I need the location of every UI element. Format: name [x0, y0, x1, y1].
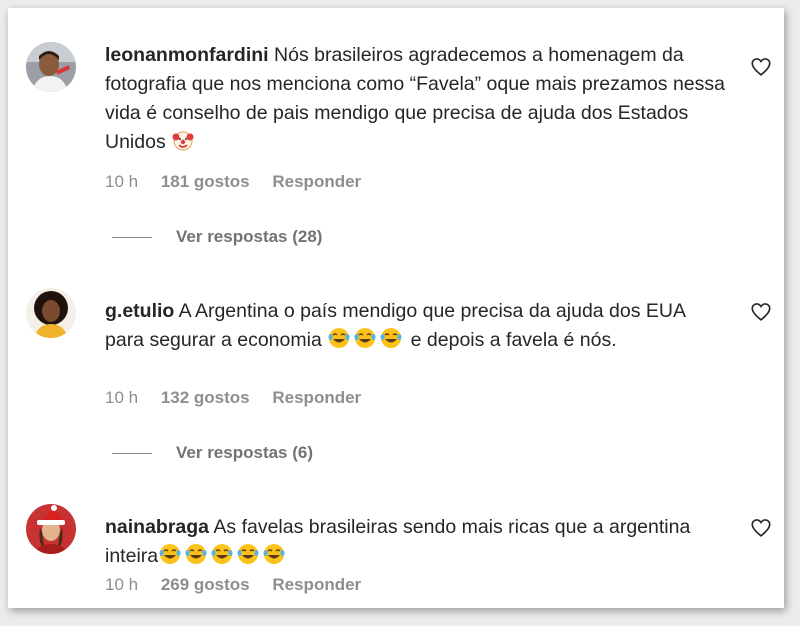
avatar[interactable] [26, 42, 76, 92]
avatar[interactable] [26, 504, 76, 554]
heart-icon[interactable] [750, 517, 772, 539]
comments-panel: leonanmonfardini Nós brasileiros agradec… [8, 8, 784, 608]
avatar[interactable] [26, 288, 76, 338]
comment-text: nainabraga As favelas brasileiras sendo … [105, 513, 725, 571]
laughing-tears-emoji-icon [328, 328, 350, 348]
reply-button[interactable]: Responder [272, 575, 361, 594]
laughing-tears-emoji-icon [354, 328, 376, 348]
replies-divider [112, 236, 152, 238]
reply-button[interactable]: Responder [272, 388, 361, 407]
reply-button[interactable]: Responder [272, 172, 361, 191]
laughing-tears-emoji-icon [237, 544, 259, 564]
comment-username[interactable]: nainabraga [105, 516, 209, 538]
comment-body-end: e depois a favela é nós. [410, 329, 617, 351]
clown-emoji-icon [172, 131, 194, 151]
view-replies-button[interactable]: Ver respostas (28) [112, 227, 322, 247]
comment-time: 10 h [105, 172, 139, 191]
comment-meta: 10 h 181 gostos Responder [105, 172, 379, 192]
view-replies-label[interactable]: Ver respostas (28) [176, 227, 322, 247]
replies-divider [112, 452, 152, 454]
comment-text: leonanmonfardini Nós brasileiros agradec… [105, 41, 725, 157]
comment-time: 10 h [105, 575, 139, 594]
laughing-tears-emoji-icon [211, 544, 233, 564]
laughing-tears-emoji-icon [380, 328, 402, 348]
heart-icon[interactable] [750, 301, 772, 323]
likes-count[interactable]: 132 gostos [161, 388, 250, 407]
likes-count[interactable]: 181 gostos [161, 172, 250, 191]
comment-username[interactable]: g.etulio [105, 300, 174, 322]
heart-icon[interactable] [750, 56, 772, 78]
comment-time: 10 h [105, 388, 139, 407]
likes-count[interactable]: 269 gostos [161, 575, 250, 594]
comment-meta: 10 h 132 gostos Responder [105, 388, 379, 408]
laughing-tears-emoji-icon [185, 544, 207, 564]
laughing-tears-emoji-icon [263, 544, 285, 564]
laughing-tears-emoji-icon [159, 544, 181, 564]
comment-text: g.etulio A Argentina o país mendigo que … [105, 297, 725, 355]
comment-meta: 10 h 269 gostos Responder [105, 575, 379, 595]
view-replies-button[interactable]: Ver respostas (6) [112, 443, 313, 463]
comment-username[interactable]: leonanmonfardini [105, 44, 269, 66]
view-replies-label[interactable]: Ver respostas (6) [176, 443, 313, 463]
